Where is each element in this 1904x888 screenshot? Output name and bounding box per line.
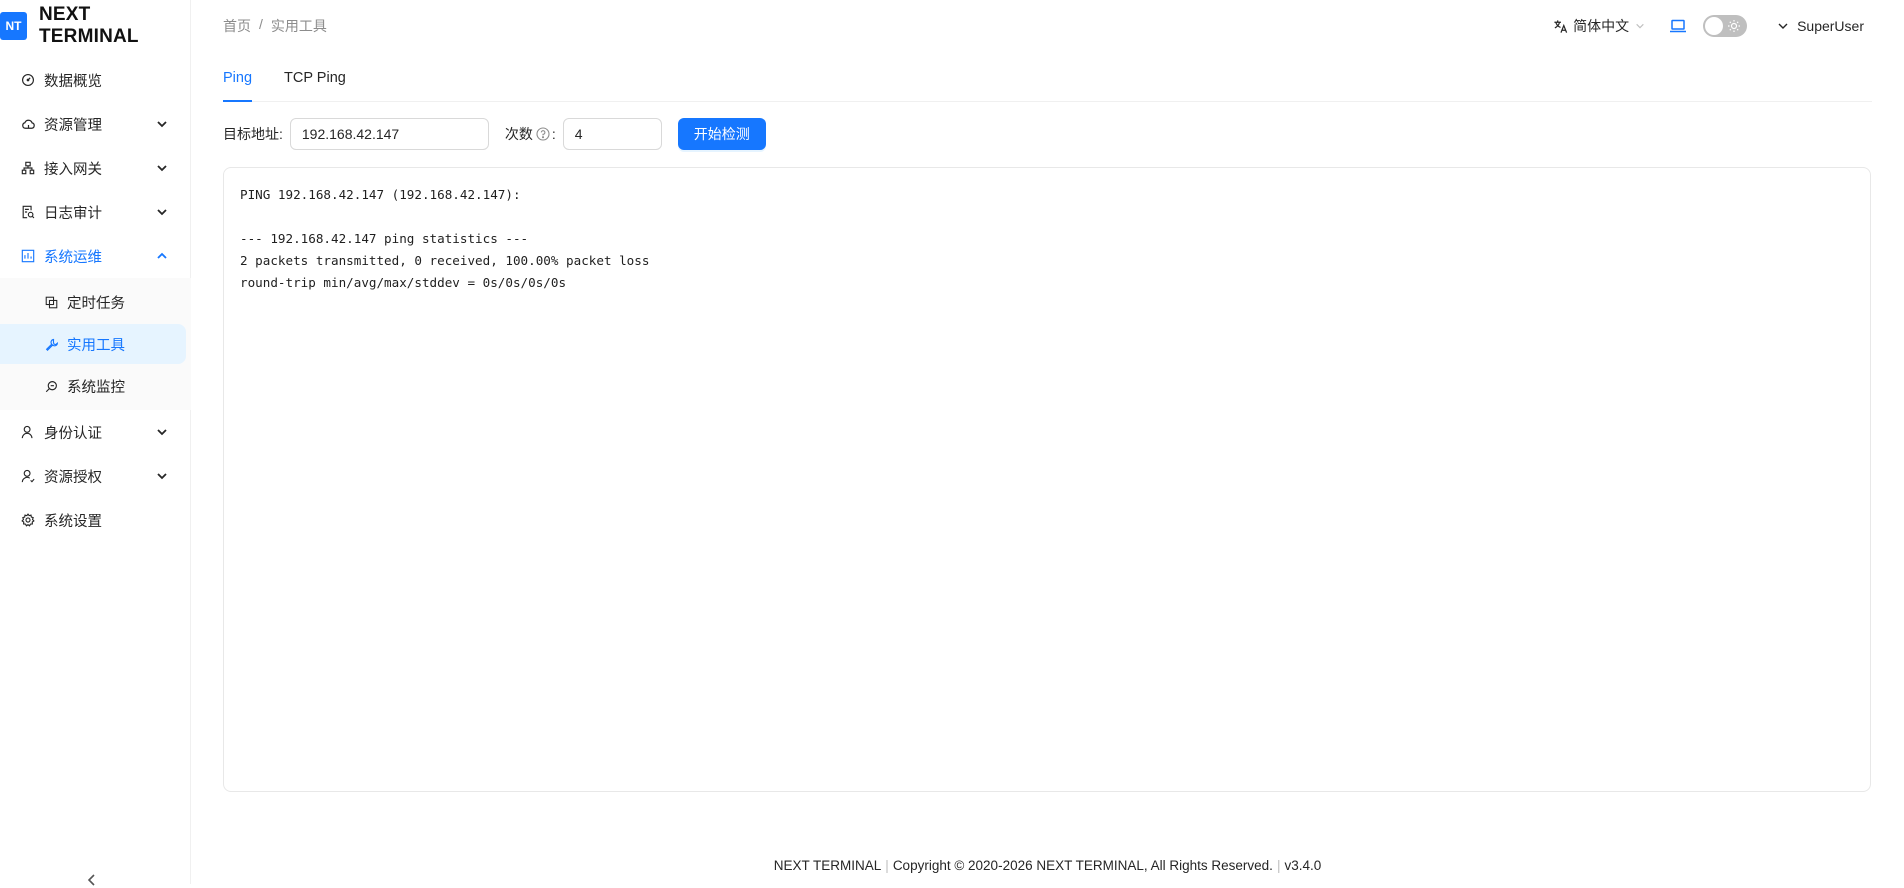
cloud-icon	[20, 116, 36, 132]
count-label: 次数	[504, 126, 533, 142]
wrench-icon	[43, 336, 59, 352]
count-label-group: 次数 :	[505, 124, 556, 144]
sidebar-item-label: 身份认证	[44, 425, 102, 442]
count-colon: :	[551, 126, 556, 142]
ping-output: PING 192.168.42.147 (192.168.42.147): --…	[223, 167, 1871, 792]
sidebar-item-audit[interactable]: 日志审计	[0, 190, 191, 234]
sidebar-item-dashboard[interactable]: 数据概览	[0, 58, 191, 102]
sidebar-item-label: 系统运维	[44, 249, 102, 266]
chevron-down-icon	[157, 121, 167, 128]
sidebar-menu: 数据概览 资源管理 接入网关 日志审计 系统运维 定时任务 实用工具 系统监控 …	[0, 58, 191, 542]
gateway-icon	[20, 160, 36, 176]
chevron-down-icon	[157, 429, 167, 436]
sidebar-item-label: 系统监控	[67, 379, 125, 396]
chevron-down-icon	[157, 209, 167, 216]
sidebar-item-label: 资源授权	[44, 469, 102, 486]
audit-icon	[20, 204, 36, 220]
schedule-icon	[43, 294, 59, 310]
sidebar-item-identity[interactable]: 身份认证	[0, 410, 191, 454]
laptop-icon[interactable]	[1669, 17, 1687, 35]
footer-version: v3.4.0	[1284, 858, 1322, 873]
collapse-sidebar-icon[interactable]	[84, 872, 100, 888]
sidebar: NT NEXT TERMINAL 数据概览 资源管理 接入网关 日志审计 系统运…	[0, 0, 191, 886]
breadcrumb: 首页 / 实用工具	[223, 16, 327, 36]
translate-icon	[1554, 19, 1568, 33]
start-check-button[interactable]: 开始检测	[677, 118, 766, 150]
footer-copyright: Copyright © 2020-2026 NEXT TERMINAL, All…	[892, 858, 1273, 873]
sidebar-item-settings[interactable]: 系统设置	[0, 498, 191, 542]
language-label: 简体中文	[1573, 18, 1630, 34]
ops-submenu: 定时任务 实用工具 系统监控	[0, 278, 191, 410]
breadcrumb-current: 实用工具	[270, 18, 327, 34]
ping-form: 目标地址: 次数 : 开始检测	[223, 118, 766, 150]
tab-tcp-ping[interactable]: TCP Ping	[284, 58, 346, 101]
ops-icon	[20, 248, 36, 264]
sidebar-item-label: 数据概览	[44, 73, 102, 90]
user-name: SuperUser	[1797, 18, 1864, 34]
help-icon[interactable]	[536, 127, 550, 141]
tool-tabs: Ping TCP Ping	[223, 58, 1872, 102]
chevron-down-icon	[1636, 23, 1644, 29]
output-text: PING 192.168.42.147 (192.168.42.147): --…	[240, 187, 650, 290]
sidebar-subitem-tools[interactable]: 实用工具	[0, 324, 186, 364]
chevron-down-icon	[1778, 23, 1788, 29]
sidebar-item-label: 日志审计	[44, 205, 102, 222]
chevron-down-icon	[157, 165, 167, 172]
chevron-down-icon	[157, 473, 167, 480]
sidebar-item-label: 接入网关	[44, 161, 102, 178]
sidebar-item-authorize[interactable]: 资源授权	[0, 454, 191, 498]
footer-divider: |	[885, 858, 889, 873]
user-icon	[20, 424, 36, 440]
sidebar-item-label: 资源管理	[44, 117, 102, 134]
sidebar-item-label: 实用工具	[67, 337, 125, 354]
header-actions: 简体中文 SuperUser	[1553, 12, 1864, 40]
target-address-input[interactable]	[289, 118, 489, 150]
sidebar-item-resources[interactable]: 资源管理	[0, 102, 191, 146]
toggle-knob	[1705, 17, 1724, 35]
sidebar-item-gateway[interactable]: 接入网关	[0, 146, 191, 190]
chevron-up-icon	[157, 252, 167, 259]
monitor-search-icon	[43, 378, 59, 394]
theme-toggle[interactable]	[1703, 15, 1748, 37]
dashboard-icon	[20, 72, 36, 88]
authorize-icon	[20, 468, 36, 484]
footer-divider: |	[1276, 858, 1281, 873]
breadcrumb-home[interactable]: 首页	[223, 16, 251, 36]
count-input[interactable]	[562, 118, 662, 150]
brand[interactable]: NT NEXT TERMINAL	[0, 4, 190, 47]
target-label: 目标地址:	[223, 126, 283, 142]
footer: NEXT TERMINAL | Copyright © 2020-2026 NEXT…	[191, 858, 1904, 873]
language-selector[interactable]: 简体中文	[1553, 16, 1645, 36]
footer-product: NEXT TERMINAL	[773, 858, 882, 873]
tab-ping[interactable]: Ping	[223, 58, 253, 102]
user-menu[interactable]: SuperUser	[1777, 18, 1864, 34]
sidebar-subitem-monitor[interactable]: 系统监控	[0, 366, 186, 406]
brand-logo: NT	[0, 12, 27, 40]
sidebar-item-label: 系统设置	[44, 513, 102, 530]
gear-icon	[20, 512, 36, 528]
sidebar-subitem-schedule[interactable]: 定时任务	[0, 282, 186, 322]
sun-icon	[1728, 20, 1741, 32]
sidebar-item-ops[interactable]: 系统运维	[0, 234, 191, 278]
sidebar-item-label: 定时任务	[67, 295, 125, 312]
breadcrumb-separator: /	[259, 16, 263, 32]
brand-name: NEXT TERMINAL	[38, 4, 139, 47]
